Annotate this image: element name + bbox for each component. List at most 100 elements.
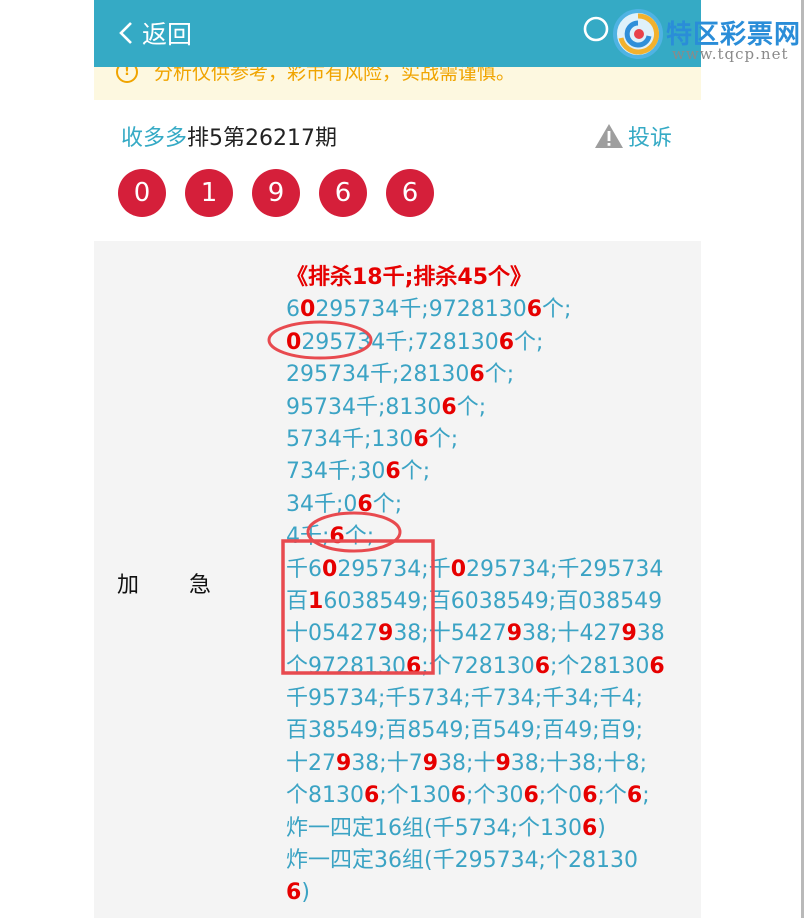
line-text: 295734;千295734	[466, 556, 664, 582]
result-ball: 0	[118, 169, 166, 217]
logo-url: www.tqcp.net	[672, 45, 789, 63]
line-text: 十27	[286, 750, 336, 776]
line-text: 个9728130	[286, 653, 406, 679]
line-text: 38;十427	[522, 621, 622, 647]
highlight-digit: 6	[534, 653, 551, 679]
category-label: 加 急	[117, 573, 214, 598]
analysis-line: 千60295734;千0295734;千295734	[286, 554, 686, 586]
chevron-left-icon	[119, 22, 132, 44]
info-icon: !	[116, 67, 138, 83]
highlight-digit: 6	[385, 459, 401, 485]
highlight-digit: 0	[300, 297, 316, 323]
highlight-digit: 9	[378, 621, 394, 647]
highlight-digit: 6	[364, 783, 380, 809]
post-title: 收多多排5第26217期	[121, 120, 337, 152]
analysis-line: 4千;6个;	[286, 521, 686, 553]
highlight-digit: 0	[286, 329, 302, 355]
analysis-line: 个81306;个1306;个306;个06;个6;	[286, 780, 686, 812]
analysis-content: 《排杀18千;排杀45个》 60295734千;97281306个; 0295734…	[286, 262, 686, 910]
analysis-line: 95734千;81306个;	[286, 392, 686, 424]
line-text: 千95734;千5734;千734;千34;千4;	[286, 686, 644, 712]
analysis-line: 734千;306个;	[286, 456, 686, 488]
line-text: 38	[636, 621, 665, 647]
analysis-line: 295734千;281306个;	[286, 359, 686, 391]
line-text: 百	[286, 588, 309, 614]
line-text: 38;十5427	[393, 621, 507, 647]
line-text: 个;	[456, 394, 487, 420]
highlight-digit: 6	[582, 783, 598, 809]
line-text: 百38549;百8549;百549;百49;百9;	[286, 718, 644, 744]
line-text: 炸一四定36组(千295734;个28130	[286, 848, 638, 874]
highlight-digit: 6	[649, 653, 665, 679]
highlight-digit: 9	[336, 750, 352, 776]
highlight-digit: 6	[450, 783, 467, 809]
line-text: 个;	[400, 459, 431, 485]
highlight-digit: 6	[498, 329, 515, 355]
analysis-heading: 《排杀18千;排杀45个》	[286, 262, 686, 294]
line-text: 295734千;728130	[301, 329, 499, 355]
result-ball: 9	[252, 169, 300, 217]
analysis-line: 千95734;千5734;千734;千34;千4;	[286, 683, 686, 715]
report-label: 投诉	[628, 126, 673, 151]
line-text: ;个28130	[550, 653, 650, 679]
analysis-line: 炸一四定36组(千295734;个28130	[286, 845, 686, 877]
line-text: 295734千;28130	[286, 362, 470, 388]
top-bar: 返回	[94, 0, 701, 67]
line-text: ;个728130	[421, 653, 535, 679]
result-ball: 1	[185, 169, 233, 217]
line-text: 十05427	[286, 621, 378, 647]
line-text: )	[597, 815, 606, 841]
issue-title: 排5第26217期	[187, 126, 337, 151]
highlight-digit: 6	[286, 880, 302, 906]
highlight-digit: 6	[626, 783, 643, 809]
line-text: 34千;0	[286, 491, 358, 517]
line-text: 38;十7	[351, 750, 423, 776]
line-text: 95734千;8130	[286, 394, 442, 420]
logo-swirl-icon	[613, 9, 663, 59]
highlight-digit: 9	[506, 621, 523, 647]
analysis-line: 百38549;百8549;百549;百49;百9;	[286, 715, 686, 747]
line-text: 295734;千	[337, 556, 451, 582]
line-text: 38;十	[438, 750, 496, 776]
highlight-digit: 6	[357, 491, 373, 517]
search-icon[interactable]	[582, 14, 616, 48]
highlight-digit: 6	[405, 653, 422, 679]
result-ball: 6	[319, 169, 367, 217]
report-button[interactable]: 投诉	[594, 120, 672, 152]
highlight-digit: 《排杀18千;排杀45个》	[286, 265, 533, 290]
analysis-line: 0295734千;7281306个;	[286, 327, 686, 359]
highlight-digit: 6	[526, 297, 542, 323]
highlight-digit: 6	[329, 524, 345, 550]
highlight-digit: 9	[422, 750, 439, 776]
line-text: 个;	[542, 297, 572, 323]
back-button[interactable]: 返回	[118, 15, 192, 51]
analysis-panel: 加 急 《排杀18千;排杀45个》 60295734千;97281306个; 029…	[94, 241, 701, 918]
line-text: 个;	[514, 329, 544, 355]
line-text: 38;十38;十8;	[510, 750, 647, 776]
warning-icon	[595, 124, 623, 148]
highlight-digit: 9	[621, 621, 637, 647]
line-text: ;个30	[466, 783, 524, 809]
highlight-digit: 0	[322, 556, 338, 582]
site-logo: 特区彩票网 www.tqcp.net	[612, 8, 804, 64]
line-text: ;个0	[538, 783, 583, 809]
line-text: 个;	[372, 491, 403, 517]
highlight-digit: 0	[450, 556, 467, 582]
line-text: 个8130	[286, 783, 364, 809]
analysis-line: 34千;06个;	[286, 489, 686, 521]
author-link[interactable]: 收多多	[121, 126, 187, 151]
line-text: 个;	[428, 426, 459, 452]
highlight-digit: 9	[495, 750, 511, 776]
analysis-line: 5734千;1306个;	[286, 424, 686, 456]
highlight-digit: 6	[581, 815, 598, 841]
risk-notice: ! 分析仅供参考，彩市有风险，实战需谨慎。	[94, 67, 701, 100]
analysis-line: 十27938;十7938;十938;十38;十8;	[286, 748, 686, 780]
notice-text: 分析仅供参考，彩市有风险，实战需谨慎。	[154, 67, 516, 84]
analysis-line: 个97281306;个7281306;个281306	[286, 651, 686, 683]
highlight-digit: 6	[413, 426, 429, 452]
line-text: ;个130	[379, 783, 451, 809]
line-text: 千6	[286, 556, 322, 582]
line-text: 6	[286, 297, 300, 323]
line-text: 5734千;130	[286, 426, 414, 452]
highlight-digit: 6	[523, 783, 539, 809]
